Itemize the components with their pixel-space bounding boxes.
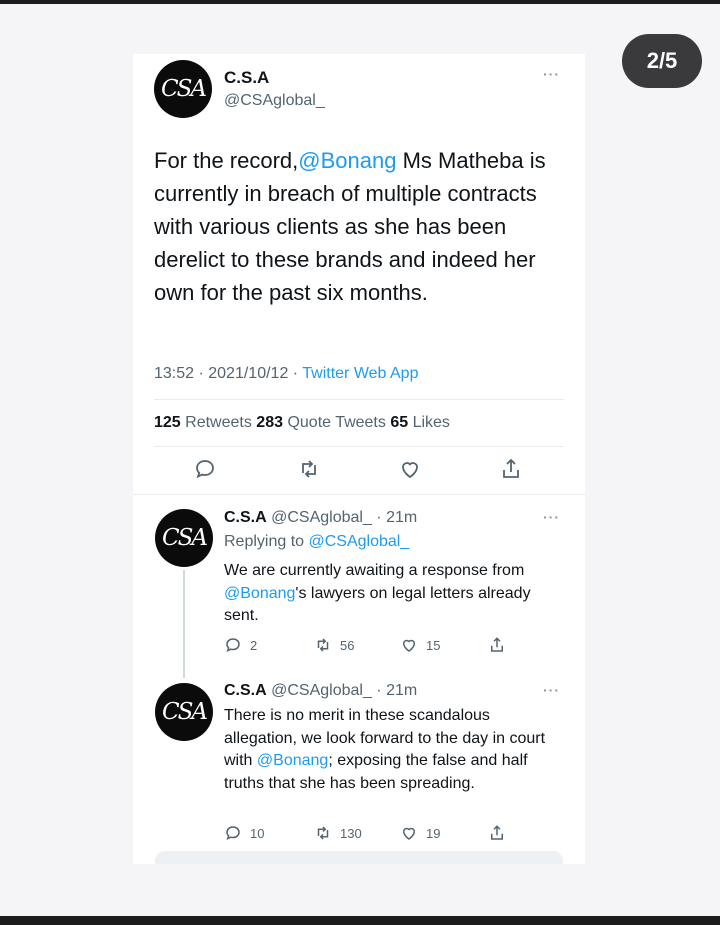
divider [133,494,585,495]
divider [154,399,564,400]
share-button[interactable] [488,636,506,654]
share-icon [491,637,503,652]
reply-icon [226,826,240,841]
handle-time[interactable]: @CSAglobal_ · 21m [267,509,417,526]
share-button[interactable] [488,824,506,842]
reply-icon [226,638,240,653]
more-icon[interactable]: ··· [543,682,560,698]
reply-header: C.S.A @CSAglobal_ · 21m [224,509,417,527]
reply-count: 2 [250,637,258,653]
quotes-count[interactable]: 283 [256,414,283,431]
share-icon [491,825,503,840]
more-icon[interactable]: ··· [543,66,560,82]
tweet-text: For the record,@Bonang Ms Matheba is cur… [154,144,574,309]
retweet-icon [317,638,329,652]
user-handle[interactable]: @CSAglobal_ [224,92,325,110]
reply-text: We are currently awaiting a response fro… [224,560,564,628]
retweet-count: 56 [340,637,355,653]
reply-actions: 2 56 15 [224,636,554,658]
top-bar [0,0,720,4]
retweets-label[interactable]: Retweets [181,414,257,431]
quotes-label[interactable]: Quote Tweets [283,414,390,431]
reply-count: 10 [250,825,265,841]
replying-handle-link[interactable]: @CSAglobal_ [309,533,410,550]
retweet-icon [317,826,329,840]
likes-label[interactable]: Likes [408,414,450,431]
display-name[interactable]: C.S.A [224,68,269,88]
mention-link[interactable]: @Bonang [224,585,295,602]
timestamp[interactable]: 13:52 · 2021/10/12 · [154,365,302,382]
bottom-bar [0,916,720,925]
avatar[interactable]: CSA [154,60,212,118]
action-bar [133,457,585,487]
tweet-meta: 13:52 · 2021/10/12 · Twitter Web App [154,365,418,383]
like-icon [402,827,416,840]
handle-time[interactable]: @CSAglobal_ · 21m [267,682,417,699]
reply-header: C.S.A @CSAglobal_ · 21m [224,682,417,700]
avatar[interactable]: CSA [155,509,213,567]
reply-text-part: We are currently awaiting a response fro… [224,562,525,579]
retweet-count: 130 [340,825,362,841]
share-icon[interactable] [499,457,523,481]
replying-label: Replying to [224,533,309,550]
avatar[interactable]: CSA [155,683,213,741]
retweet-button[interactable]: 130 [314,824,362,842]
replying-to: Replying to @CSAglobal_ [224,533,409,551]
reply-text: There is no merit in these scandalous al… [224,705,564,795]
display-name[interactable]: C.S.A [224,509,267,526]
like-count: 19 [426,825,441,841]
tweet-card: CSA C.S.A @CSAglobal_ ··· For the record… [133,54,585,864]
like-icon[interactable] [398,457,422,481]
likes-count[interactable]: 65 [390,414,408,431]
retweets-count[interactable]: 125 [154,414,181,431]
source-app-link[interactable]: Twitter Web App [302,365,418,382]
reply-box-placeholder[interactable] [155,851,563,864]
reply-button[interactable]: 2 [224,636,257,654]
reply-button[interactable]: 10 [224,824,264,842]
tweet-text-part: For the record, [154,148,299,173]
display-name[interactable]: C.S.A [224,682,267,699]
mention-link[interactable]: @Bonang [298,148,396,173]
divider [154,446,564,447]
like-button[interactable]: 19 [400,824,440,842]
retweet-button[interactable]: 56 [314,636,354,654]
reply-icon[interactable] [193,457,217,481]
reply-actions: 10 130 19 [224,824,554,846]
slide-counter: 2/5 [622,34,702,88]
like-icon [402,639,416,652]
like-count: 15 [426,637,441,653]
mention-link[interactable]: @Bonang [257,752,328,769]
like-button[interactable]: 15 [400,636,440,654]
thread-line [183,570,185,678]
more-icon[interactable]: ··· [543,509,560,525]
retweet-icon[interactable] [297,457,321,481]
engagement-stats: 125 Retweets 283 Quote Tweets 65 Likes [154,414,450,432]
